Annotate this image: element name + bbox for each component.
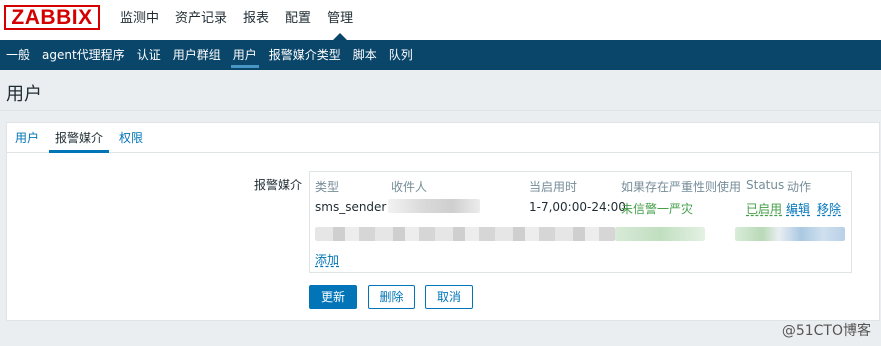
tab-media[interactable]: 报警媒介 [47, 123, 111, 153]
add-media-link[interactable]: 添加 [315, 251, 339, 268]
header-action: 动作 [787, 180, 812, 194]
page-header: 用户 [0, 70, 881, 111]
top-bar: ZABBIX 监测中 资产记录 报表 配置 管理 [0, 0, 881, 40]
header-type: 类型 [315, 180, 340, 194]
media-row-edit-link[interactable]: 编辑 [786, 200, 810, 217]
media-row-remove-link[interactable]: 移除 [817, 200, 841, 217]
header-when-active: 当启用时 [529, 180, 578, 194]
header-recipient: 收件人 [391, 180, 428, 194]
header-status: Status [746, 178, 785, 192]
sub-nav-media-types[interactable]: 报警媒介类型 [263, 40, 347, 70]
media-field-label: 报警媒介 [253, 178, 302, 192]
tab-permissions[interactable]: 权限 [111, 123, 151, 152]
sub-nav-general[interactable]: 一般 [0, 40, 36, 70]
media-row-status-toggle[interactable]: 已启用 [746, 200, 782, 217]
sub-nav-users[interactable]: 用户 [227, 40, 263, 70]
top-nav-inventory[interactable]: 资产记录 [167, 0, 235, 40]
update-button[interactable]: 更新 [309, 285, 357, 309]
zabbix-logo[interactable]: ZABBIX [4, 5, 100, 30]
delete-button[interactable]: 删除 [368, 285, 415, 309]
page-title: 用户 [6, 84, 42, 105]
media-row-severity: 未信警一严灾 [621, 202, 694, 216]
top-nav: 监测中 资产记录 报表 配置 管理 [112, 0, 361, 40]
media-row-2-severity-redacted [615, 227, 705, 241]
sub-nav: 一般 agent代理程序 认证 用户群组 用户 报警媒介类型 脚本 队列 [0, 40, 881, 70]
media-row-2-redacted [315, 227, 615, 241]
top-nav-configuration[interactable]: 配置 [277, 0, 319, 40]
watermark: @51CTO博客 [781, 323, 871, 339]
sub-nav-authentication[interactable]: 认证 [131, 40, 167, 70]
sub-nav-proxies[interactable]: agent代理程序 [36, 40, 131, 70]
user-form-panel: 用户 报警媒介 权限 报警媒介 类型 收件人 当启用时 如果存在严重性则使用 S… [6, 122, 880, 321]
sub-nav-queue[interactable]: 队列 [383, 40, 419, 70]
header-severity: 如果存在严重性则使用 [621, 180, 742, 194]
media-table: 类型 收件人 当启用时 如果存在严重性则使用 Status 动作 sms_sen… [309, 171, 852, 273]
tab-user[interactable]: 用户 [7, 123, 47, 152]
media-row-type: sms_sender [315, 200, 387, 214]
media-row-when-active: 1-7,00:00-24:00 [529, 200, 626, 214]
top-nav-administration[interactable]: 管理 [319, 0, 361, 40]
tab-bar: 用户 报警媒介 权限 [7, 123, 879, 153]
media-row-recipient-redacted [388, 199, 480, 213]
top-nav-monitoring[interactable]: 监测中 [112, 0, 167, 40]
top-nav-reports[interactable]: 报表 [235, 0, 277, 40]
sub-nav-scripts[interactable]: 脚本 [347, 40, 383, 70]
media-row-2-actions-redacted [735, 227, 845, 241]
sub-nav-user-groups[interactable]: 用户群组 [167, 40, 227, 70]
cancel-button[interactable]: 取消 [425, 285, 473, 309]
